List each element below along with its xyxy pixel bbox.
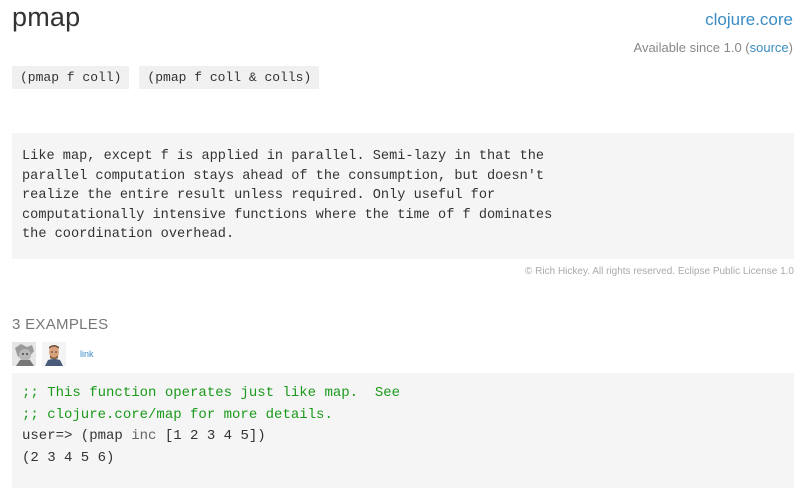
arglist: (pmap f coll & colls) bbox=[139, 66, 320, 89]
example-permalink[interactable]: link bbox=[80, 349, 94, 359]
docstring: Like map, except f is applied in paralle… bbox=[12, 133, 794, 259]
copyright-notice: © Rich Hickey. All rights reserved. Ecli… bbox=[525, 266, 794, 277]
since-text: Available since 1.0 ( bbox=[633, 40, 750, 55]
example-code-block: ;; This function operates just like map.… bbox=[12, 373, 794, 488]
code-result: (2 3 4 5 6) bbox=[22, 450, 115, 467]
arglists: (pmap f coll) (pmap f coll & colls) bbox=[12, 66, 320, 89]
since-suffix: ) bbox=[788, 40, 793, 55]
code-fn: inc bbox=[131, 428, 157, 445]
code-comment: ;; This function operates just like map.… bbox=[22, 385, 401, 401]
namespace-link[interactable]: clojure.core bbox=[705, 10, 793, 30]
available-since: Available since 1.0 (source) bbox=[634, 40, 793, 55]
contributor-avatar-icon[interactable] bbox=[42, 342, 66, 366]
code-args: [1 2 3 4 5]) bbox=[156, 428, 266, 445]
code-comment: ;; clojure.core/map for more details. bbox=[22, 406, 333, 423]
code-expression: user=> (pmap inc [1 2 3 4 5]) bbox=[22, 426, 784, 448]
arglist: (pmap f coll) bbox=[12, 66, 130, 89]
source-link[interactable]: source bbox=[750, 40, 789, 55]
page-title: pmap bbox=[12, 2, 81, 32]
example-contributors: link bbox=[12, 342, 94, 366]
code-prompt: user=> (pmap bbox=[22, 428, 132, 445]
examples-header: 3 EXAMPLES bbox=[12, 316, 109, 333]
contributor-avatar-icon[interactable] bbox=[12, 342, 36, 366]
